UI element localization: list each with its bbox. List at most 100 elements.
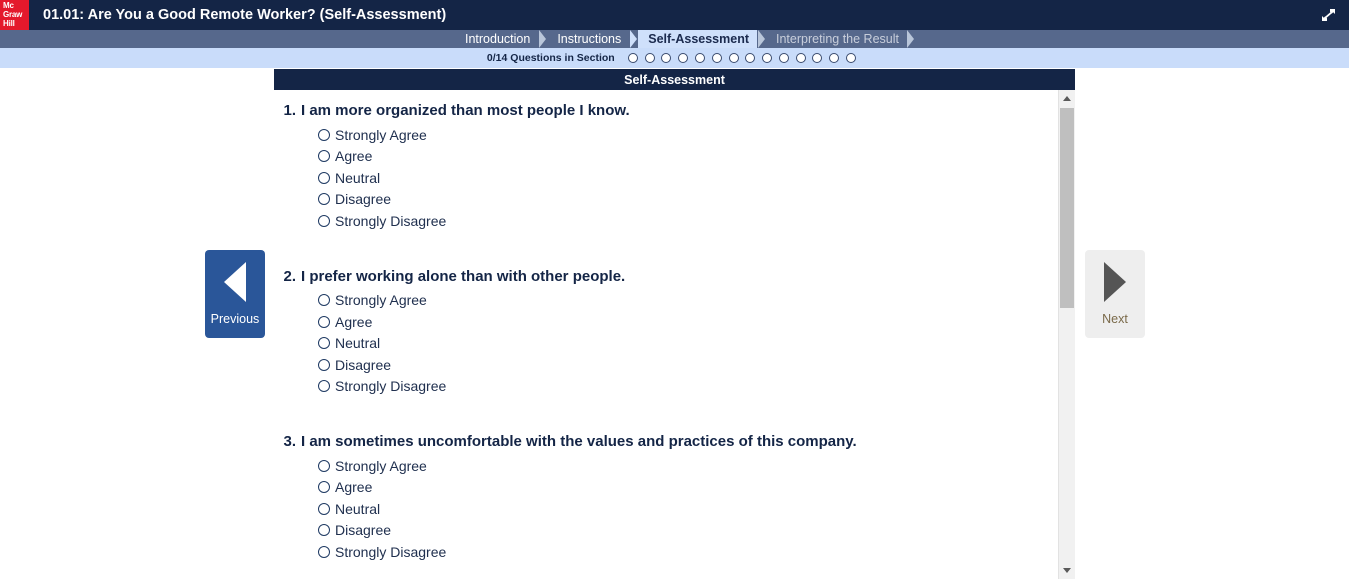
progress-dot[interactable] bbox=[812, 53, 823, 63]
option-row[interactable]: Agree bbox=[318, 146, 1049, 168]
option-label: Agree bbox=[335, 479, 373, 496]
progress-dot[interactable] bbox=[661, 53, 672, 63]
progress-dot[interactable] bbox=[694, 53, 705, 63]
radio-icon[interactable] bbox=[318, 294, 330, 307]
question-text: I am more organized than most people I k… bbox=[301, 102, 630, 119]
logo-line-3: Hill bbox=[3, 19, 15, 29]
question-heading: 2. I prefer working alone than with othe… bbox=[274, 268, 1049, 285]
radio-icon[interactable] bbox=[318, 380, 330, 393]
question-number: 3. bbox=[283, 433, 296, 450]
progress-dot[interactable] bbox=[678, 53, 689, 63]
progress-dot[interactable] bbox=[728, 53, 739, 63]
option-group: Strongly Agree Agree Neutral Disagree St… bbox=[274, 455, 1049, 563]
progress-dot[interactable] bbox=[627, 53, 638, 63]
radio-icon[interactable] bbox=[318, 524, 330, 537]
triangle-right-icon bbox=[1104, 262, 1126, 302]
option-row[interactable]: Strongly Agree bbox=[318, 290, 1049, 312]
radio-icon[interactable] bbox=[318, 459, 330, 472]
triangle-up-icon[interactable] bbox=[1059, 90, 1075, 107]
radio-icon[interactable] bbox=[318, 358, 330, 371]
progress-dot[interactable] bbox=[644, 53, 655, 63]
tab-separator-2 bbox=[629, 30, 638, 48]
tab-instructions-label: Instructions bbox=[557, 32, 622, 46]
triangle-down-icon[interactable] bbox=[1059, 562, 1075, 579]
option-row[interactable]: Neutral bbox=[318, 333, 1049, 355]
radio-icon[interactable] bbox=[318, 150, 330, 163]
next-button-label: Next bbox=[1102, 312, 1128, 326]
progress-dot[interactable] bbox=[762, 53, 773, 63]
option-label: Strongly Disagree bbox=[335, 378, 447, 395]
tab-endcap bbox=[907, 30, 916, 48]
progress-dot[interactable] bbox=[846, 53, 857, 63]
option-label: Agree bbox=[335, 148, 373, 165]
option-label: Neutral bbox=[335, 169, 381, 186]
radio-icon[interactable] bbox=[318, 502, 330, 515]
tab-self-assessment[interactable]: Self-Assessment bbox=[638, 30, 757, 48]
tab-self-assessment-label: Self-Assessment bbox=[648, 32, 749, 46]
question-block: 1. I am more organized than most people … bbox=[274, 102, 1049, 232]
question-number: 1. bbox=[283, 102, 296, 119]
option-label: Disagree bbox=[335, 191, 392, 208]
progress-dot[interactable] bbox=[778, 53, 789, 63]
tab-introduction-label: Introduction bbox=[465, 32, 531, 46]
panel-scrollbar[interactable] bbox=[1058, 90, 1075, 579]
question-number: 2. bbox=[283, 267, 296, 285]
scrollbar-thumb[interactable] bbox=[1060, 108, 1074, 308]
tab-instructions[interactable]: Instructions bbox=[547, 30, 629, 48]
option-row[interactable]: Neutral bbox=[318, 167, 1049, 189]
progress-dot[interactable] bbox=[711, 53, 722, 63]
option-row[interactable]: Agree bbox=[318, 311, 1049, 333]
mcgraw-hill-logo: Mc Graw Hill bbox=[0, 0, 29, 30]
tab-introduction[interactable]: Introduction bbox=[455, 30, 538, 48]
radio-icon[interactable] bbox=[318, 193, 330, 206]
logo-line-1: Mc bbox=[3, 1, 14, 10]
question-block: 3. I am sometimes uncomfortable with the… bbox=[274, 433, 1049, 563]
title-bar: Mc Graw Hill 01.01: Are You a Good Remot… bbox=[0, 0, 1349, 30]
expand-diagonal-icon[interactable] bbox=[1320, 7, 1337, 23]
option-row[interactable]: Neutral bbox=[318, 498, 1049, 520]
option-label: Neutral bbox=[335, 335, 381, 352]
option-label: Strongly Agree bbox=[335, 457, 427, 474]
option-label: Strongly Disagree bbox=[335, 212, 447, 229]
question-heading: 1. I am more organized than most people … bbox=[274, 102, 1049, 119]
progress-dot[interactable] bbox=[829, 53, 840, 63]
tab-interpreting-the-result-label: Interpreting the Result bbox=[776, 32, 899, 46]
radio-icon[interactable] bbox=[318, 481, 330, 494]
option-row[interactable]: Strongly Disagree bbox=[318, 541, 1049, 563]
option-row[interactable]: Agree bbox=[318, 477, 1049, 499]
previous-button-label: Previous bbox=[210, 312, 260, 326]
option-row[interactable]: Strongly Agree bbox=[318, 455, 1049, 477]
progress-dot[interactable] bbox=[795, 53, 806, 63]
tab-interpreting-the-result[interactable]: Interpreting the Result bbox=[766, 30, 907, 48]
option-group: Strongly Agree Agree Neutral Disagree St… bbox=[274, 124, 1049, 232]
question-block: 2. I prefer working alone than with othe… bbox=[274, 268, 1049, 398]
question-panel: 1. I am more organized than most people … bbox=[274, 90, 1075, 579]
radio-icon[interactable] bbox=[318, 128, 330, 141]
section-header: Self-Assessment bbox=[274, 69, 1075, 90]
course-title: 01.01: Are You a Good Remote Worker? (Se… bbox=[43, 7, 447, 23]
question-heading: 3. I am sometimes uncomfortable with the… bbox=[274, 433, 1049, 450]
option-row[interactable]: Strongly Disagree bbox=[318, 210, 1049, 232]
question-text: I prefer working alone than with other p… bbox=[301, 267, 626, 285]
option-row[interactable]: Disagree bbox=[318, 354, 1049, 376]
option-row[interactable]: Disagree bbox=[318, 520, 1049, 542]
radio-icon[interactable] bbox=[318, 545, 330, 558]
question-list: 1. I am more organized than most people … bbox=[274, 90, 1049, 563]
option-row[interactable]: Strongly Disagree bbox=[318, 376, 1049, 398]
option-label: Agree bbox=[335, 313, 373, 330]
progress-dot[interactable] bbox=[745, 53, 756, 63]
previous-button[interactable]: Previous bbox=[205, 250, 265, 338]
option-row[interactable]: Disagree bbox=[318, 189, 1049, 211]
option-label: Disagree bbox=[335, 356, 392, 373]
option-group: Strongly Agree Agree Neutral Disagree St… bbox=[274, 290, 1049, 398]
option-row[interactable]: Strongly Agree bbox=[318, 124, 1049, 146]
option-label: Disagree bbox=[335, 522, 392, 539]
option-label: Strongly Agree bbox=[335, 126, 427, 143]
radio-icon[interactable] bbox=[318, 214, 330, 227]
radio-icon[interactable] bbox=[318, 315, 330, 328]
option-label: Neutral bbox=[335, 500, 381, 517]
radio-icon[interactable] bbox=[318, 337, 330, 350]
next-button[interactable]: Next bbox=[1085, 250, 1145, 338]
radio-icon[interactable] bbox=[318, 171, 330, 184]
tab-bar: Introduction Instructions Self-Assessmen… bbox=[0, 30, 1349, 48]
